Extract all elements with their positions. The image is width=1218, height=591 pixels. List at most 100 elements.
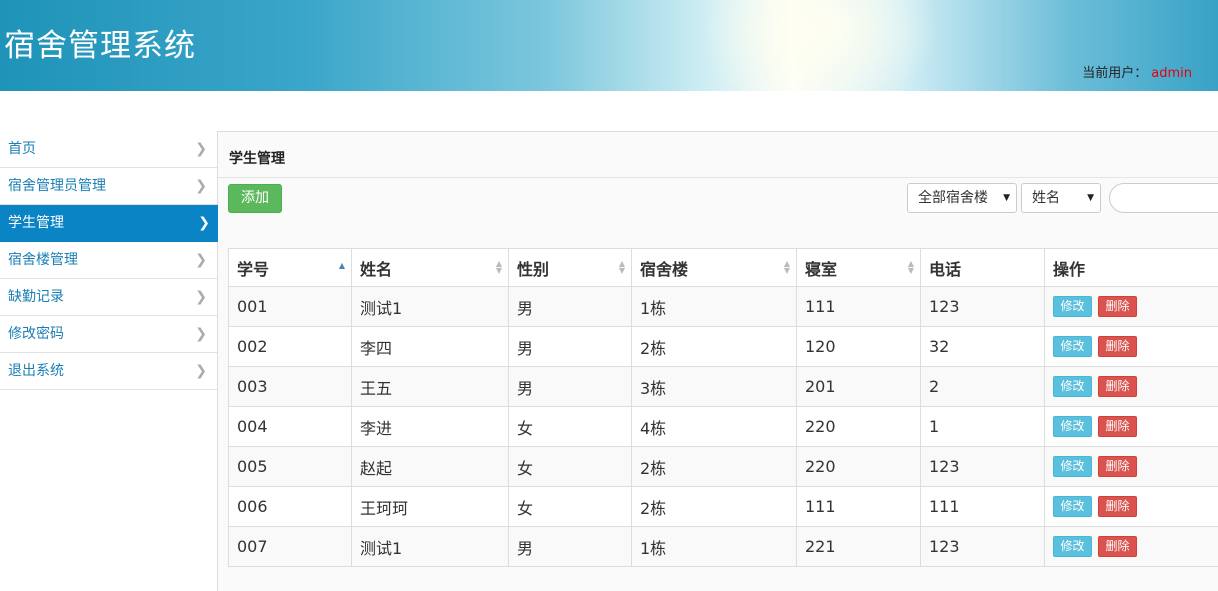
cell-room: 201 [796, 366, 921, 407]
table-row: 001 测试1 男 1栋 111 123 修改 删除 [228, 286, 1218, 327]
delete-button[interactable]: 删除 [1098, 496, 1137, 517]
table-row: 007 测试1 男 1栋 221 123 修改 删除 [228, 526, 1218, 567]
sidebar-item-label: 首页 [8, 141, 36, 157]
cell-room: 220 [796, 406, 921, 447]
page-title: 学生管理 [229, 151, 285, 167]
sidebar-item-buildings[interactable]: 宿舍楼管理 ❯ [0, 242, 217, 279]
sort-icon: ▲ ▼ [783, 259, 790, 275]
sidebar-item-label: 学生管理 [8, 215, 64, 231]
title-divider [218, 177, 1218, 178]
sidebar-item-dorm-admins[interactable]: 宿舍管理员管理 ❯ [0, 168, 217, 205]
sort-icon: ▲ ▼ [495, 259, 502, 275]
edit-button[interactable]: 修改 [1053, 336, 1092, 357]
column-header-label: 电话 [929, 259, 962, 279]
banner-glow [700, 0, 940, 91]
search-field-select[interactable]: 姓名 ▼ [1021, 183, 1101, 213]
cell-actions: 修改 删除 [1044, 406, 1218, 447]
main-panel: 学生管理 添加 全部宿舍楼 ▼ 姓名 ▼ 学号 ▲ 姓名 ▲ ▼ 性别 ▲ ▼ 宿舍楼 ▲ ▼… [218, 132, 1218, 591]
sidebar-item-password[interactable]: 修改密码 ❯ [0, 316, 217, 353]
chevron-right-icon: ❯ [195, 178, 207, 194]
column-header-id[interactable]: 学号 ▲ [228, 248, 352, 287]
cell-phone: 1 [920, 406, 1045, 447]
edit-button[interactable]: 修改 [1053, 376, 1092, 397]
cell-name: 李进 [351, 406, 509, 447]
column-header-label: 性别 [517, 259, 550, 279]
sidebar-item-students[interactable]: 学生管理 ❯ [0, 205, 220, 242]
cell-actions: 修改 删除 [1044, 366, 1218, 407]
chevron-right-icon: ❯ [198, 215, 210, 231]
chevron-right-icon: ❯ [195, 326, 207, 342]
delete-button[interactable]: 删除 [1098, 336, 1137, 357]
cell-phone: 123 [920, 446, 1045, 487]
caret-down-icon: ▼ [1003, 193, 1010, 203]
edit-button[interactable]: 修改 [1053, 416, 1092, 437]
cell-id: 002 [228, 326, 352, 367]
cell-gender: 男 [508, 286, 632, 327]
cell-building: 2栋 [631, 326, 797, 367]
column-header-phone[interactable]: 电话 [920, 248, 1045, 287]
cell-name: 测试1 [351, 526, 509, 567]
current-user-label: 当前用户： [1082, 66, 1148, 81]
table-row: 004 李进女 4栋 220 1 修改 删除 [228, 406, 1218, 447]
chevron-right-icon: ❯ [195, 289, 207, 305]
cell-gender: 女 [508, 406, 632, 447]
column-header-label: 学号 [237, 259, 270, 279]
column-header-gender[interactable]: 性别 ▲ ▼ [508, 248, 632, 287]
cell-building: 1栋 [631, 526, 797, 567]
column-header-actions: 操作 [1044, 248, 1218, 287]
search-input[interactable] [1109, 183, 1218, 213]
students-table: 学号 ▲ 姓名 ▲ ▼ 性别 ▲ ▼ 宿舍楼 ▲ ▼ 寝室 ▲ ▼ 电话 操作 001 测试1 男 1栋… [228, 248, 1218, 567]
cell-id: 006 [228, 486, 352, 527]
cell-room: 111 [796, 286, 921, 327]
cell-building: 1栋 [631, 286, 797, 327]
edit-button[interactable]: 修改 [1053, 496, 1092, 517]
column-header-building[interactable]: 宿舍楼 ▲ ▼ [631, 248, 797, 287]
delete-button[interactable]: 删除 [1098, 296, 1137, 317]
table-row: 002 李四男 2栋 120 32 修改 删除 [228, 326, 1218, 367]
cell-building: 4栋 [631, 406, 797, 447]
current-user: 当前用户： admin [1082, 62, 1192, 81]
cell-phone: 123 [920, 286, 1045, 327]
cell-name: 王珂珂 [351, 486, 509, 527]
delete-button[interactable]: 删除 [1098, 456, 1137, 477]
chevron-right-icon: ❯ [195, 363, 207, 379]
column-header-label: 寝室 [805, 259, 838, 279]
sort-icon: ▲ ▼ [618, 259, 625, 275]
cell-actions: 修改 删除 [1044, 446, 1218, 487]
building-select[interactable]: 全部宿舍楼 ▼ [907, 183, 1017, 213]
sort-icon: ▲ ▼ [907, 259, 914, 275]
table-row: 005 赵起女 2栋 220 123 修改 删除 [228, 446, 1218, 487]
sidebar-item-logout[interactable]: 退出系统 ❯ [0, 353, 217, 390]
chevron-right-icon: ❯ [195, 252, 207, 268]
sidebar-item-label: 退出系统 [8, 363, 64, 379]
edit-button[interactable]: 修改 [1053, 536, 1092, 557]
delete-button[interactable]: 删除 [1098, 536, 1137, 557]
table-row: 006 王珂珂女 2栋 111 111 修改 删除 [228, 486, 1218, 527]
edit-button[interactable]: 修改 [1053, 296, 1092, 317]
current-user-name[interactable]: admin [1151, 66, 1192, 81]
cell-room: 220 [796, 446, 921, 487]
delete-button[interactable]: 删除 [1098, 376, 1137, 397]
cell-gender: 男 [508, 526, 632, 567]
app-title: 宿舍管理系统 [4, 28, 196, 64]
column-header-label: 姓名 [360, 259, 393, 279]
table-row: 003 王五男 3栋 201 2 修改 删除 [228, 366, 1218, 407]
column-header-label: 宿舍楼 [640, 259, 689, 279]
sidebar-item-label: 修改密码 [8, 326, 64, 342]
sidebar-item-absence[interactable]: 缺勤记录 ❯ [0, 279, 217, 316]
edit-button[interactable]: 修改 [1053, 456, 1092, 477]
search-field-value: 姓名 [1032, 190, 1060, 206]
cell-building: 3栋 [631, 366, 797, 407]
cell-id: 007 [228, 526, 352, 567]
sidebar-item-home[interactable]: 首页 ❯ [0, 131, 217, 168]
sort-asc-icon: ▲ [338, 261, 345, 270]
cell-name: 李四 [351, 326, 509, 367]
cell-actions: 修改 删除 [1044, 286, 1218, 327]
add-button[interactable]: 添加 [228, 184, 282, 213]
column-header-name[interactable]: 姓名 ▲ ▼ [351, 248, 509, 287]
column-header-room[interactable]: 寝室 ▲ ▼ [796, 248, 921, 287]
delete-button[interactable]: 删除 [1098, 416, 1137, 437]
cell-building: 2栋 [631, 446, 797, 487]
cell-phone: 123 [920, 526, 1045, 567]
cell-phone: 32 [920, 326, 1045, 367]
